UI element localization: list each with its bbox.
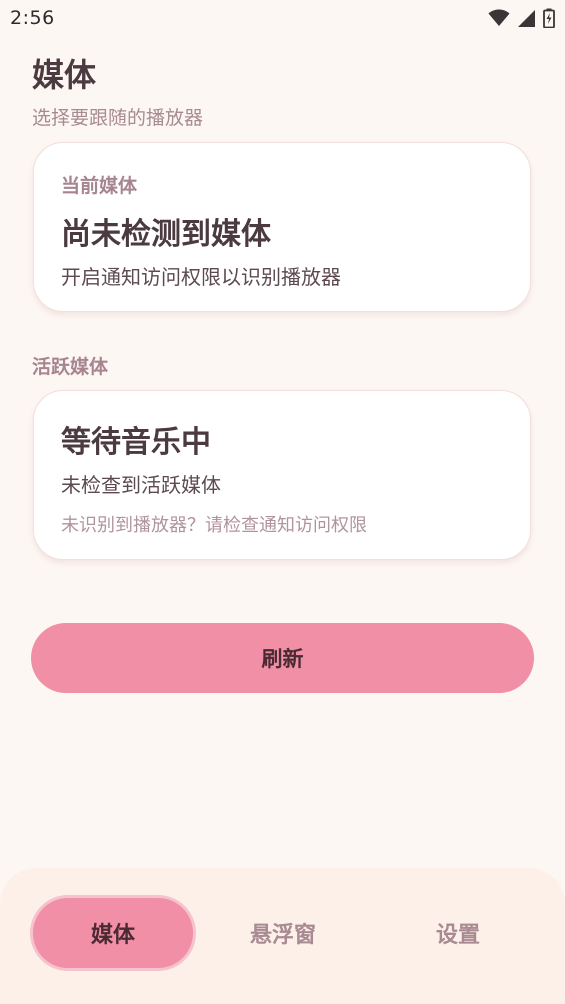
page-title: 媒体 (32, 56, 97, 94)
current-media-heading: 尚未检测到媒体 (61, 217, 271, 252)
active-media-text: 未检查到活跃媒体 (61, 473, 221, 497)
current-media-label: 当前媒体 (61, 175, 138, 197)
nav-tab-media-label: 媒体 (90, 923, 135, 948)
active-media-card: 等待音乐中 未检查到活跃媒体 未识别到播放器？请检查通知访问权限 (33, 390, 531, 560)
status-icons (488, 8, 555, 32)
active-media-hint: 未识别到播放器？请检查通知访问权限 (61, 515, 367, 536)
nav-tab-floating-window[interactable]: 悬浮窗 (203, 898, 363, 968)
nav-tab-settings[interactable]: 设置 (378, 898, 538, 968)
nav-tab-settings-label: 设置 (435, 923, 480, 948)
page-subtitle: 选择要跟随的播放器 (32, 107, 204, 129)
current-media-card: 当前媒体 尚未检测到媒体 开启通知访问权限以识别播放器 (33, 142, 531, 312)
battery-charging-icon (543, 8, 555, 32)
current-media-text: 开启通知访问权限以识别播放器 (61, 265, 341, 289)
bottom-navigation: 媒体 悬浮窗 设置 (0, 868, 565, 1004)
active-media-section-label: 活跃媒体 (32, 356, 109, 378)
status-bar: 2:56 (0, 0, 565, 38)
nav-tab-floating-window-label: 悬浮窗 (249, 923, 316, 948)
refresh-button[interactable]: 刷新 (31, 623, 534, 693)
active-media-heading: 等待音乐中 (61, 425, 211, 460)
status-time: 2:56 (10, 7, 55, 29)
wifi-icon (488, 9, 510, 31)
cellular-signal-icon (517, 9, 536, 32)
nav-tab-media[interactable]: 媒体 (33, 898, 193, 968)
